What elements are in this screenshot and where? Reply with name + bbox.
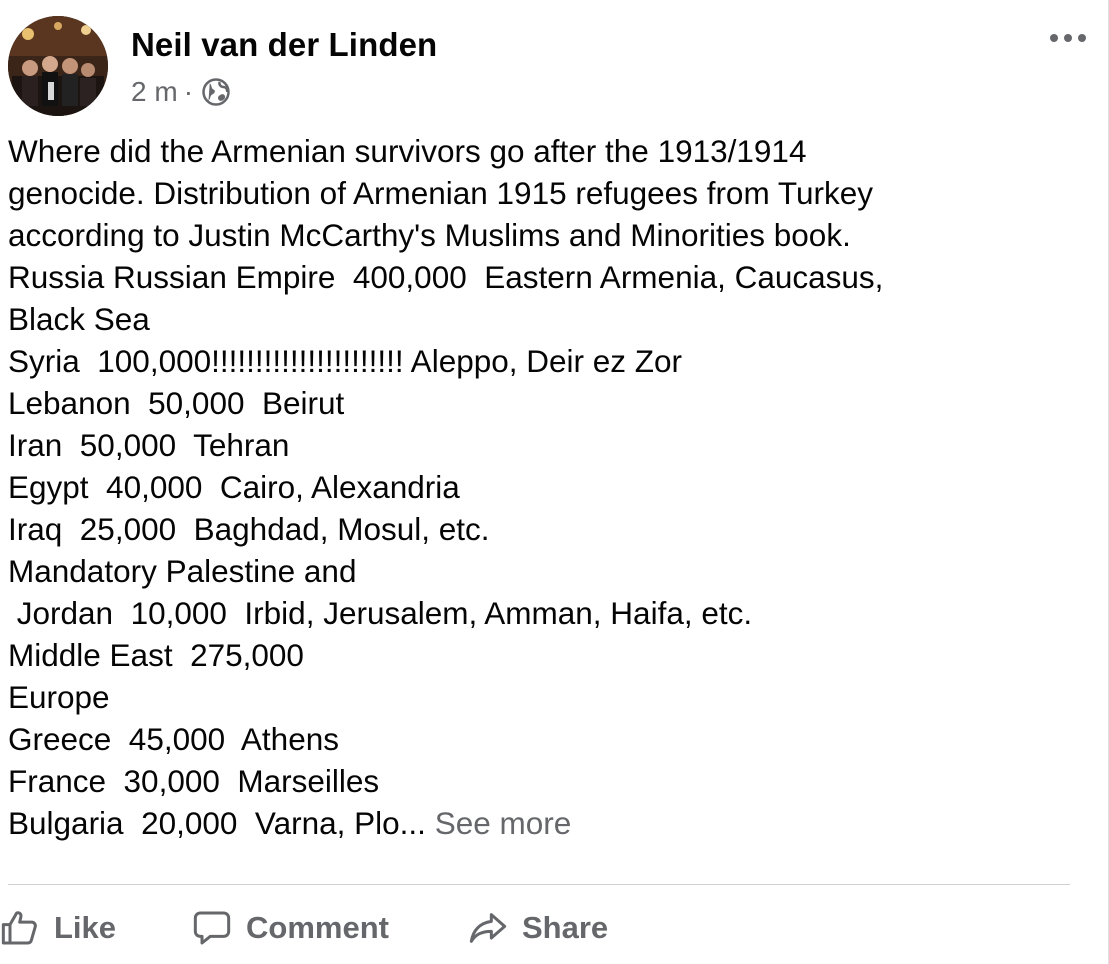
facebook-post: Neil van der Linden 2 m · Where did the … <box>0 0 1109 964</box>
actions-divider <box>8 884 1070 885</box>
comment-bubble-icon <box>192 908 232 948</box>
post-text-line: Mandatory Palestine and <box>8 553 357 589</box>
share-button[interactable]: Share <box>468 900 608 956</box>
post-text-line: Middle East 275,000 <box>8 637 304 673</box>
more-horizontal-icon[interactable] <box>1050 28 1086 48</box>
post-meta: 2 m · <box>131 76 231 108</box>
globe-icon[interactable] <box>201 77 231 107</box>
post-text-truncated: Bulgaria 20,000 Varna, Plo... <box>8 805 426 841</box>
post-text-line: Black Sea <box>8 301 150 337</box>
post-text-line: France 30,000 Marseilles <box>8 763 380 799</box>
post-text-line: Europe <box>8 679 110 715</box>
post-text-line: Where did the Armenian survivors go afte… <box>8 133 807 169</box>
thumbs-up-icon <box>0 908 40 948</box>
post-header: Neil van der Linden 2 m · <box>8 16 1098 116</box>
see-more-link[interactable]: See more <box>435 805 572 841</box>
post-actions: Like Comment Share <box>0 900 1100 956</box>
post-text-line: according to Justin McCarthy's Muslims a… <box>8 217 851 253</box>
post-body: Where did the Armenian survivors go afte… <box>8 130 1098 844</box>
comment-label: Comment <box>246 910 389 945</box>
author-name[interactable]: Neil van der Linden <box>131 26 437 64</box>
comment-button[interactable]: Comment <box>192 900 389 956</box>
avatar-photo <box>8 16 108 116</box>
post-text-line: Egypt 40,000 Cairo, Alexandria <box>8 469 460 505</box>
post-text-line: genocide. Distribution of Armenian 1915 … <box>8 175 873 211</box>
post-text-last-line: Bulgaria 20,000 Varna, Plo... See more <box>8 802 1098 844</box>
post-text-line: Lebanon 50,000 Beirut <box>8 385 345 421</box>
post-text-line: Russia Russian Empire 400,000 Eastern Ar… <box>8 259 884 295</box>
share-label: Share <box>522 910 609 945</box>
share-arrow-icon <box>468 908 508 948</box>
post-timestamp[interactable]: 2 m <box>131 76 178 108</box>
like-button[interactable]: Like <box>0 900 116 956</box>
avatar[interactable] <box>8 16 108 116</box>
post-text-line: Syria 100,000!!!!!!!!!!!!!!!!!!!!!! Alep… <box>8 343 683 379</box>
post-text-line: Greece 45,000 Athens <box>8 721 339 757</box>
post-text-line: Jordan 10,000 Irbid, Jerusalem, Amman, H… <box>8 595 753 631</box>
post-text-line: Iran 50,000 Tehran <box>8 427 290 463</box>
meta-separator: · <box>183 76 194 107</box>
like-label: Like <box>54 910 117 945</box>
post-text-line: Iraq 25,000 Baghdad, Mosul, etc. <box>8 511 490 547</box>
